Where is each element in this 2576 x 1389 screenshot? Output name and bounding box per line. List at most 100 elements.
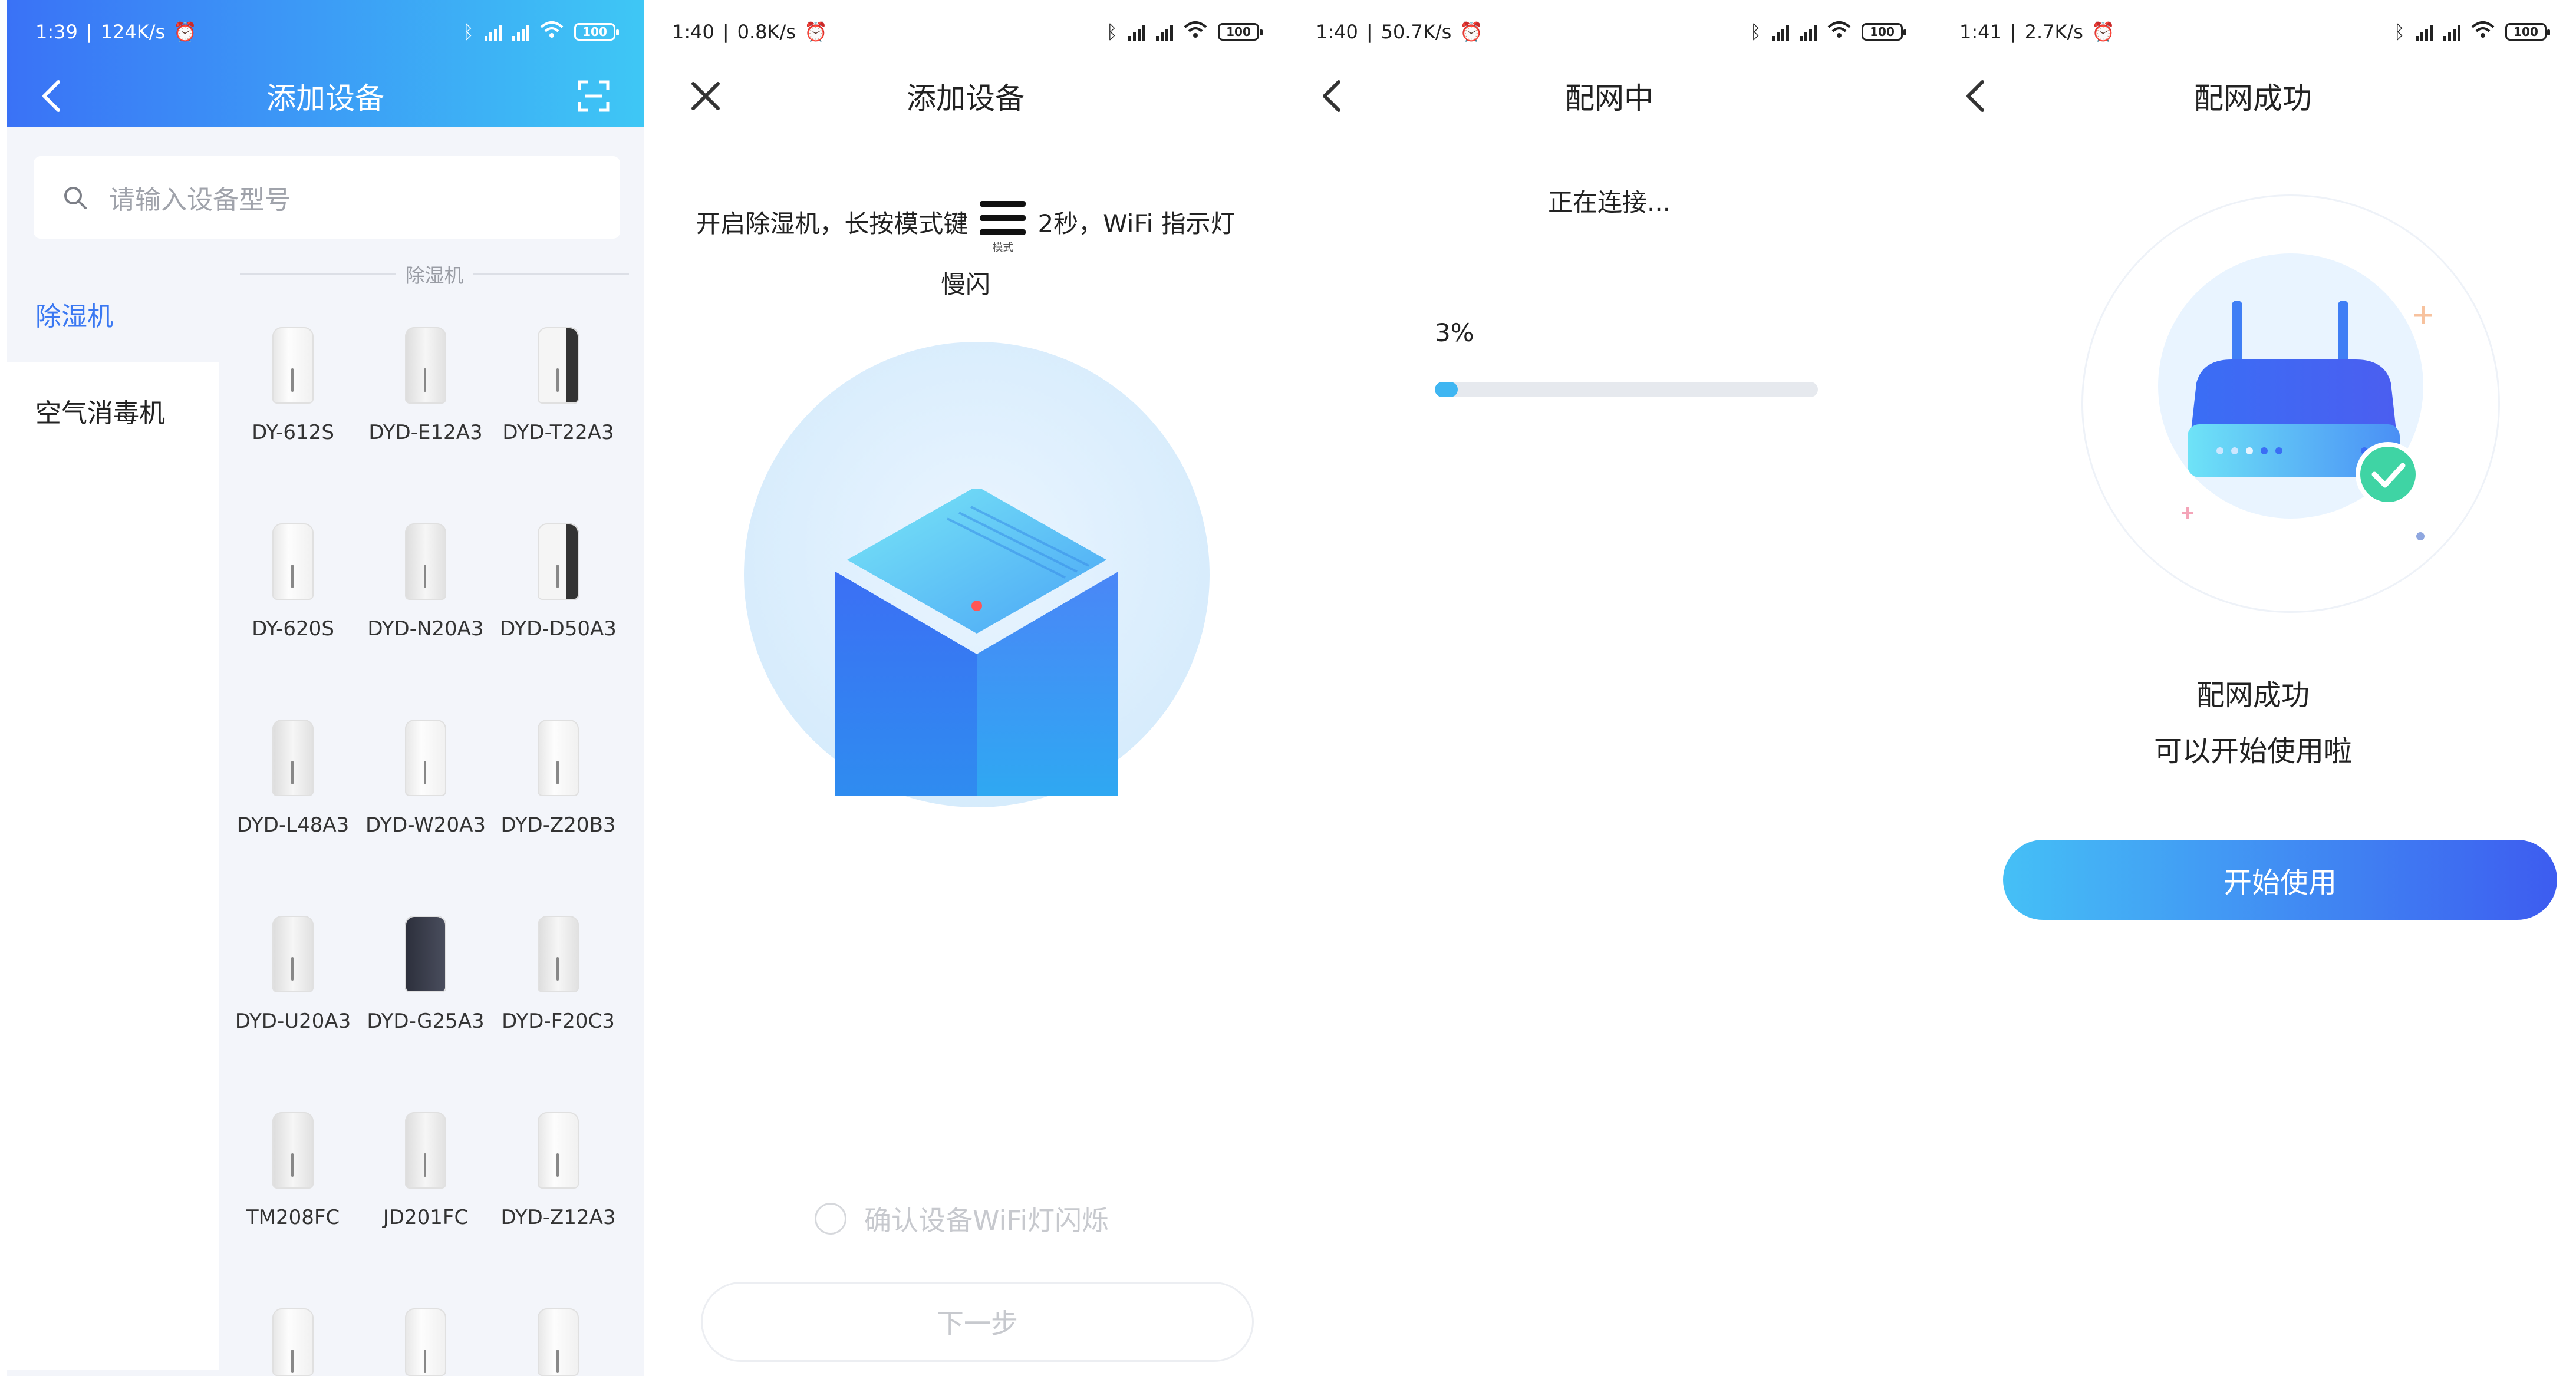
bluetooth-icon: ᛒ: [462, 21, 474, 43]
chevron-left-icon: [1966, 80, 1984, 112]
nav-bar: 添加设备: [644, 64, 1287, 128]
status-speed: 124K/s: [100, 21, 166, 43]
device-image: [272, 327, 314, 404]
device-item[interactable]: DY-612S: [225, 327, 361, 522]
success-subtitle: 可以开始使用啦: [2153, 735, 2352, 768]
device-image: [538, 720, 579, 796]
wifi-icon: [1184, 20, 1207, 44]
signal-icon-2: [1800, 23, 1817, 41]
instruction-text: 开启除湿机，长按模式键 模式 2秒，WiFi 指示灯慢闪: [685, 194, 1246, 314]
status-bar: 1:40 | 0.8K/s ⏰ ᛒ 100: [644, 0, 1287, 64]
start-using-button[interactable]: 开始使用: [2003, 840, 2557, 920]
device-item[interactable]: DYD-Z12A3: [490, 1112, 626, 1306]
search-input[interactable]: 请输入设备型号: [34, 156, 620, 239]
battery-icon: 100: [1862, 23, 1906, 41]
nav-bar: 配网成功: [1931, 64, 2575, 128]
device-item[interactable]: DYD-U20A3: [225, 916, 361, 1110]
screen-connecting: 1:40 | 50.7K/s ⏰ ᛒ 100 配网中 正在连接... 3%: [1287, 0, 1931, 1389]
device-item[interactable]: JD201FC: [358, 1112, 493, 1306]
device-item[interactable]: DYD-L48A3: [225, 720, 361, 914]
device-name: DYD-T22A3: [502, 421, 614, 444]
device-item[interactable]: DYD-T22A3: [490, 327, 626, 522]
nav-bar: 配网中: [1287, 64, 1931, 128]
device-image: [272, 523, 314, 600]
screen-connect-success: 1:41 | 2.7K/s ⏰ ᛒ 100 配网成功 配网成功 可以开始使用啦 …: [1931, 0, 2575, 1389]
nav-bar: 添加设备: [7, 64, 644, 128]
device-item[interactable]: [358, 1308, 493, 1379]
chevron-left-icon: [1323, 80, 1340, 112]
device-name: DYD-N20A3: [367, 617, 484, 641]
device-item[interactable]: DYD-G25A3: [358, 916, 493, 1110]
device-name: JD201FC: [383, 1206, 469, 1229]
search-icon: [64, 187, 87, 209]
close-button[interactable]: [685, 75, 726, 117]
signal-icon-2: [512, 23, 529, 41]
device-item[interactable]: TM208FC: [225, 1112, 361, 1306]
device-item[interactable]: DYD-Z20B3: [490, 720, 626, 914]
battery-icon: 100: [574, 23, 619, 41]
status-bar: 1:39 | 124K/s ⏰ ᛒ 100: [7, 0, 644, 64]
device-item[interactable]: [225, 1308, 361, 1379]
device-item[interactable]: [490, 1308, 626, 1379]
bluetooth-icon: ᛒ: [1750, 21, 1761, 43]
page-title: 配网成功: [2194, 81, 2312, 116]
device-item[interactable]: DYD-W20A3: [358, 720, 493, 914]
alarm-icon: ⏰: [1460, 21, 1484, 43]
confirm-wifi-blink[interactable]: 确认设备WiFi灯闪烁: [815, 1199, 1168, 1238]
device-image: [538, 1112, 579, 1189]
confirm-label: 确认设备WiFi灯闪烁: [864, 1205, 1109, 1236]
device-item[interactable]: DYD-D50A3: [490, 523, 626, 718]
section-title: 除湿机: [405, 264, 464, 287]
device-name: DYD-L48A3: [236, 813, 350, 837]
chevron-left-icon: [42, 80, 60, 112]
screen-add-device-guide: 1:40 | 0.8K/s ⏰ ᛒ 100 添加设备 开启除湿机，长按模式键 模式…: [644, 0, 1287, 1389]
device-item[interactable]: DYD-E12A3: [358, 327, 493, 522]
mode-key-icon: 模式: [976, 196, 1029, 255]
wifi-icon: [540, 20, 564, 44]
wifi-icon: [1827, 20, 1851, 44]
category-air-sterilizer[interactable]: 空气消毒机: [7, 362, 219, 1370]
connecting-text: 正在连接...: [1547, 188, 1671, 217]
device-name: DYD-F20C3: [502, 1009, 615, 1033]
device-image: [272, 1308, 314, 1376]
device-image: [405, 1308, 446, 1376]
status-time: 1:39: [35, 21, 78, 43]
device-image: [538, 327, 579, 404]
radio-button[interactable]: [815, 1203, 846, 1235]
alarm-icon: ⏰: [803, 21, 828, 43]
status-bar: 1:40 | 50.7K/s ⏰ ᛒ 100: [1287, 0, 1931, 64]
progress-fill: [1435, 382, 1458, 397]
device-item[interactable]: DYD-F20C3: [490, 916, 626, 1110]
device-name: DY-620S: [252, 617, 334, 641]
back-button[interactable]: [1311, 75, 1352, 117]
device-item[interactable]: DYD-N20A3: [358, 523, 493, 718]
status-speed: 2.7K/s: [2024, 21, 2083, 43]
device-name: DYD-W20A3: [365, 813, 486, 837]
device-name: TM208FC: [246, 1206, 340, 1229]
device-name: DY-612S: [252, 421, 334, 444]
category-dehumidifier[interactable]: 除湿机: [7, 265, 219, 362]
progress-bar: [1435, 382, 1818, 397]
next-button[interactable]: 下一步: [701, 1282, 1254, 1362]
device-name: DYD-G25A3: [367, 1009, 485, 1033]
signal-icon: [485, 23, 502, 41]
battery-icon: 100: [2505, 23, 2550, 41]
close-icon: [691, 82, 720, 110]
device-item[interactable]: DY-620S: [225, 523, 361, 718]
back-button[interactable]: [1955, 75, 1996, 117]
search-placeholder: 请输入设备型号: [109, 185, 291, 215]
back-button[interactable]: [31, 75, 72, 117]
device-image: [405, 916, 446, 992]
alarm-icon: ⏰: [173, 21, 197, 43]
status-time: 1:40: [672, 21, 714, 43]
device-image: [405, 1112, 446, 1189]
signal-icon: [1128, 23, 1145, 41]
device-image: [272, 1112, 314, 1189]
device-image: [405, 523, 446, 600]
status-time: 1:41: [1959, 21, 2002, 43]
progress-percent: 3%: [1435, 318, 1474, 347]
battery-icon: 100: [1218, 23, 1263, 41]
scan-button[interactable]: [573, 75, 614, 117]
device-name: DYD-E12A3: [368, 421, 483, 444]
bluetooth-icon: ᛒ: [2393, 21, 2405, 43]
